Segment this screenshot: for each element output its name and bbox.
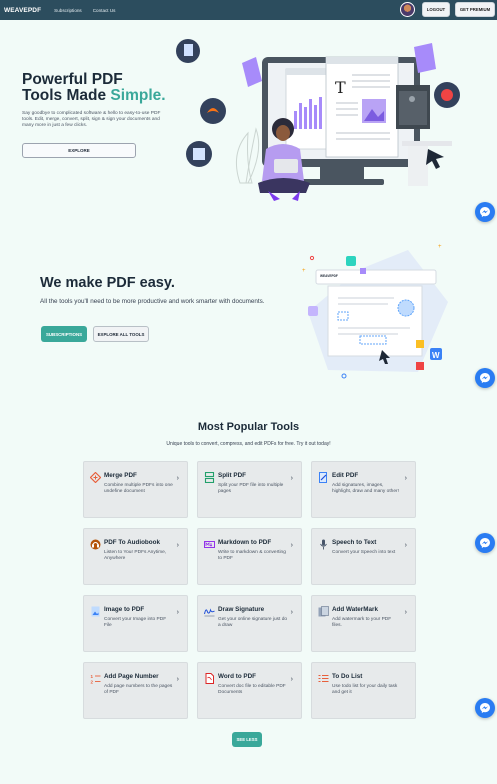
tool-card-draw-signature[interactable]: Draw Signature Get your online signature… [197, 595, 302, 652]
messenger-icon [480, 703, 490, 713]
tool-title: PDF To Audiobook [104, 539, 160, 546]
hero-title-accent: Simple. [110, 87, 166, 104]
tool-card-to-do-list[interactable]: To Do List Use todo list for your daily … [311, 662, 416, 719]
chevron-right-icon: › [404, 609, 407, 616]
tool-card-add-page-number[interactable]: 12 Add Page Number Add page numbers to t… [83, 662, 188, 719]
promo-description: All the tools you'll need to be more pro… [40, 298, 265, 305]
subscriptions-button[interactable]: SUBSCRIPTIONS [41, 326, 87, 342]
svg-text:+: + [438, 244, 442, 250]
word-icon [204, 673, 215, 684]
chevron-right-icon: › [176, 542, 179, 549]
tool-card-pdf-to-audiobook[interactable]: PDF To Audiobook Listen to Your PDFs Any… [83, 528, 188, 585]
nav-link-contact[interactable]: Contact Us [93, 8, 116, 13]
chevron-right-icon: › [290, 676, 293, 683]
tool-card-word-to-pdf[interactable]: Word to PDF Convert doc file to editable… [197, 662, 302, 719]
tool-title: Add WaterMark [332, 606, 378, 613]
tool-card-add-watermark[interactable]: Add WaterMark Add watermark to your PDF … [311, 595, 416, 652]
explore-button[interactable]: EXPLORE [22, 143, 136, 158]
chevron-right-icon: › [404, 542, 407, 549]
chevron-right-icon: › [290, 475, 293, 482]
chevron-right-icon: › [176, 475, 179, 482]
editor-label: WEAVEPDF [320, 274, 338, 278]
tool-description: Split your PDF file into multiple pages [218, 483, 284, 495]
messenger-chat-button[interactable] [475, 368, 495, 388]
chevron-right-icon: › [290, 609, 293, 616]
messenger-icon [480, 207, 490, 217]
tool-description: Add page numbers to the pages of PDF [104, 684, 173, 696]
microphone-icon [318, 539, 329, 550]
tools-section-title: Most Popular Tools [197, 421, 300, 433]
tool-title: Merge PDF [104, 472, 137, 479]
hero-title-line2: Tools Made [22, 87, 111, 104]
tool-description: Use todo list for your daily task and ge… [332, 684, 398, 696]
document-letter: T [335, 78, 346, 97]
markdown-icon [204, 539, 215, 550]
tool-description: Combine multiple PDFs into one undefine … [104, 483, 173, 495]
tool-description: Convert doc file to editable PDF Documen… [218, 684, 286, 696]
tool-title: Word to PDF [218, 673, 257, 680]
chevron-right-icon: › [176, 676, 179, 683]
see-less-button[interactable]: SEE LESS [232, 732, 262, 747]
tool-description: Convert your Image into PDF File [104, 617, 167, 629]
svg-text:1: 1 [91, 674, 94, 679]
merge-icon [90, 472, 101, 483]
promo-title: We make PDF easy. [40, 275, 175, 291]
page-number-icon: 12 [90, 673, 101, 684]
tool-title: Image to PDF [104, 606, 145, 613]
tool-title: Add Page Number [104, 673, 159, 680]
split-icon [204, 472, 215, 483]
messenger-chat-button[interactable] [475, 202, 495, 222]
tool-description: Listen to Your PDFs Anytime, Anywhere [104, 550, 167, 562]
tools-section-subtitle: Unique tools to convert, compress, and e… [166, 441, 331, 447]
audiobook-icon [90, 539, 101, 550]
tool-card-markdown-to-pdf[interactable]: Markdown to PDF Write to markdown & conv… [197, 528, 302, 585]
tool-title: To Do List [332, 673, 363, 680]
tool-description: Add signatures, images, highlight, draw … [332, 483, 399, 495]
svg-text:2: 2 [91, 680, 94, 685]
tool-card-speech-to-text[interactable]: Speech to Text Convert your Speech into … [311, 528, 416, 585]
tool-card-split-pdf[interactable]: Split PDF Split your PDF file into multi… [197, 461, 302, 518]
hero-description: Say goodbye to complicated software & he… [22, 111, 161, 129]
tool-card-merge-pdf[interactable]: Merge PDF Combine multiple PDFs into one… [83, 461, 188, 518]
watermark-icon [318, 606, 329, 617]
tool-description: Write to markdown & converting to PDF [218, 550, 286, 562]
hero-illustration: T [176, 39, 460, 201]
tool-title: Draw Signature [218, 606, 265, 613]
image-icon [90, 606, 101, 617]
edit-icon [318, 472, 329, 483]
logout-button[interactable]: LOGOUT [422, 2, 450, 17]
tool-title: Edit PDF [332, 472, 359, 479]
tool-title: Speech to Text [332, 539, 377, 546]
svg-text:+: + [302, 268, 306, 274]
tool-description: Convert your Speech into text [332, 550, 396, 555]
get-premium-button[interactable]: GET PREMIUM [455, 2, 495, 17]
messenger-chat-button[interactable] [475, 533, 495, 553]
nav-link-subscriptions[interactable]: Subscriptions [54, 8, 82, 13]
messenger-icon [480, 538, 490, 548]
messenger-chat-button[interactable] [475, 698, 495, 718]
brand-logo[interactable]: WEAVEPDF [4, 7, 41, 14]
chevron-right-icon: › [404, 475, 407, 482]
tool-title: Split PDF [218, 472, 246, 479]
chevron-right-icon: › [176, 609, 179, 616]
tool-description: Add watermark to your PDF files. [332, 617, 392, 629]
tool-title: Markdown to PDF [218, 539, 272, 546]
explore-all-tools-button[interactable]: EXPLORE ALL TOOLS [93, 326, 149, 342]
messenger-icon [480, 373, 490, 383]
tool-card-image-to-pdf[interactable]: Image to PDF Convert your Image into PDF… [83, 595, 188, 652]
editor-illustration: WEAVEPDF W + + [302, 244, 448, 379]
todo-icon [318, 673, 329, 684]
top-navbar: WEAVEPDF Subscriptions Contact Us LOGOUT… [0, 0, 497, 20]
avatar[interactable] [400, 2, 415, 17]
tool-card-edit-pdf[interactable]: Edit PDF Add signatures, images, highlig… [311, 461, 416, 518]
chevron-right-icon: › [290, 542, 293, 549]
word-letter: W [432, 351, 440, 360]
tool-description: Get your online signature just do a draw [218, 617, 288, 629]
signature-icon [204, 606, 215, 617]
